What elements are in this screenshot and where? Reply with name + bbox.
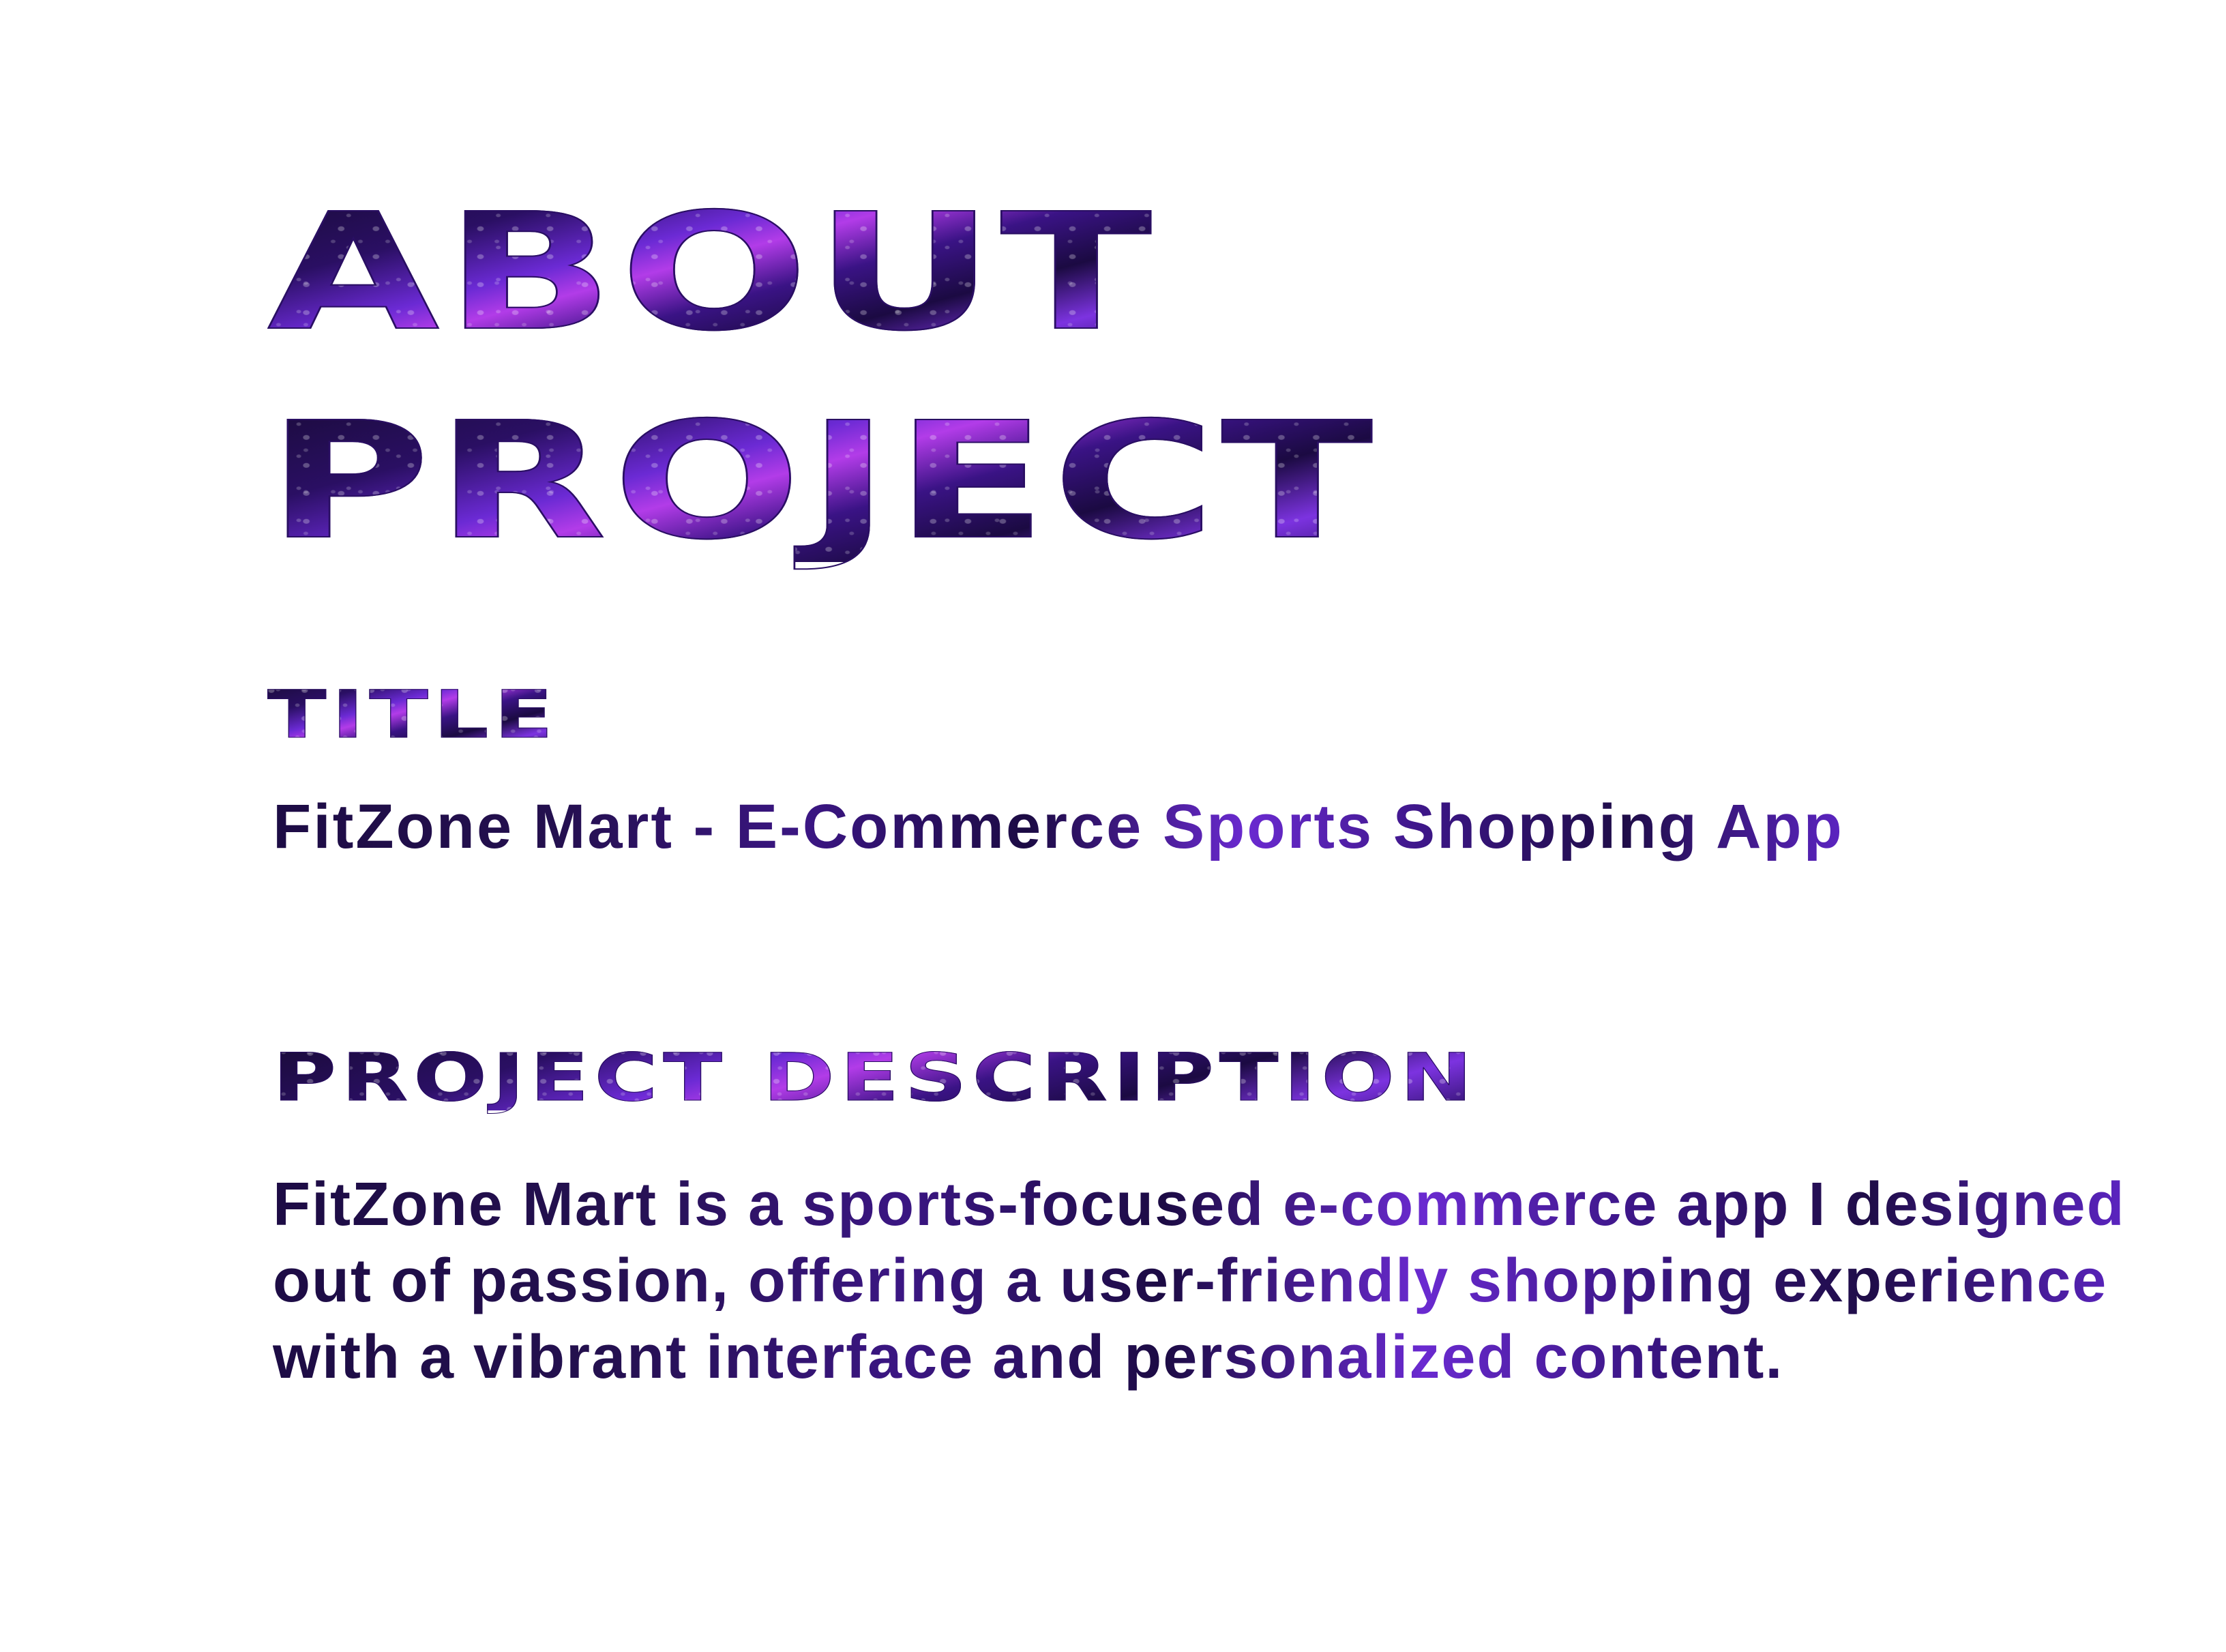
project-description-text: FitZone Mart is a sports-focused e-comme… [273,1166,2128,1396]
project-title-text: FitZone Mart - E-Commerce Sports Shoppin… [273,792,1844,861]
hero-title-line-2: PROJECT [267,387,1379,575]
description-heading: PROJECT DESCRIPTION [272,1039,1478,1116]
hero-title-line-1: ABOUT [267,179,1158,366]
title-heading: TITLE [267,677,559,753]
